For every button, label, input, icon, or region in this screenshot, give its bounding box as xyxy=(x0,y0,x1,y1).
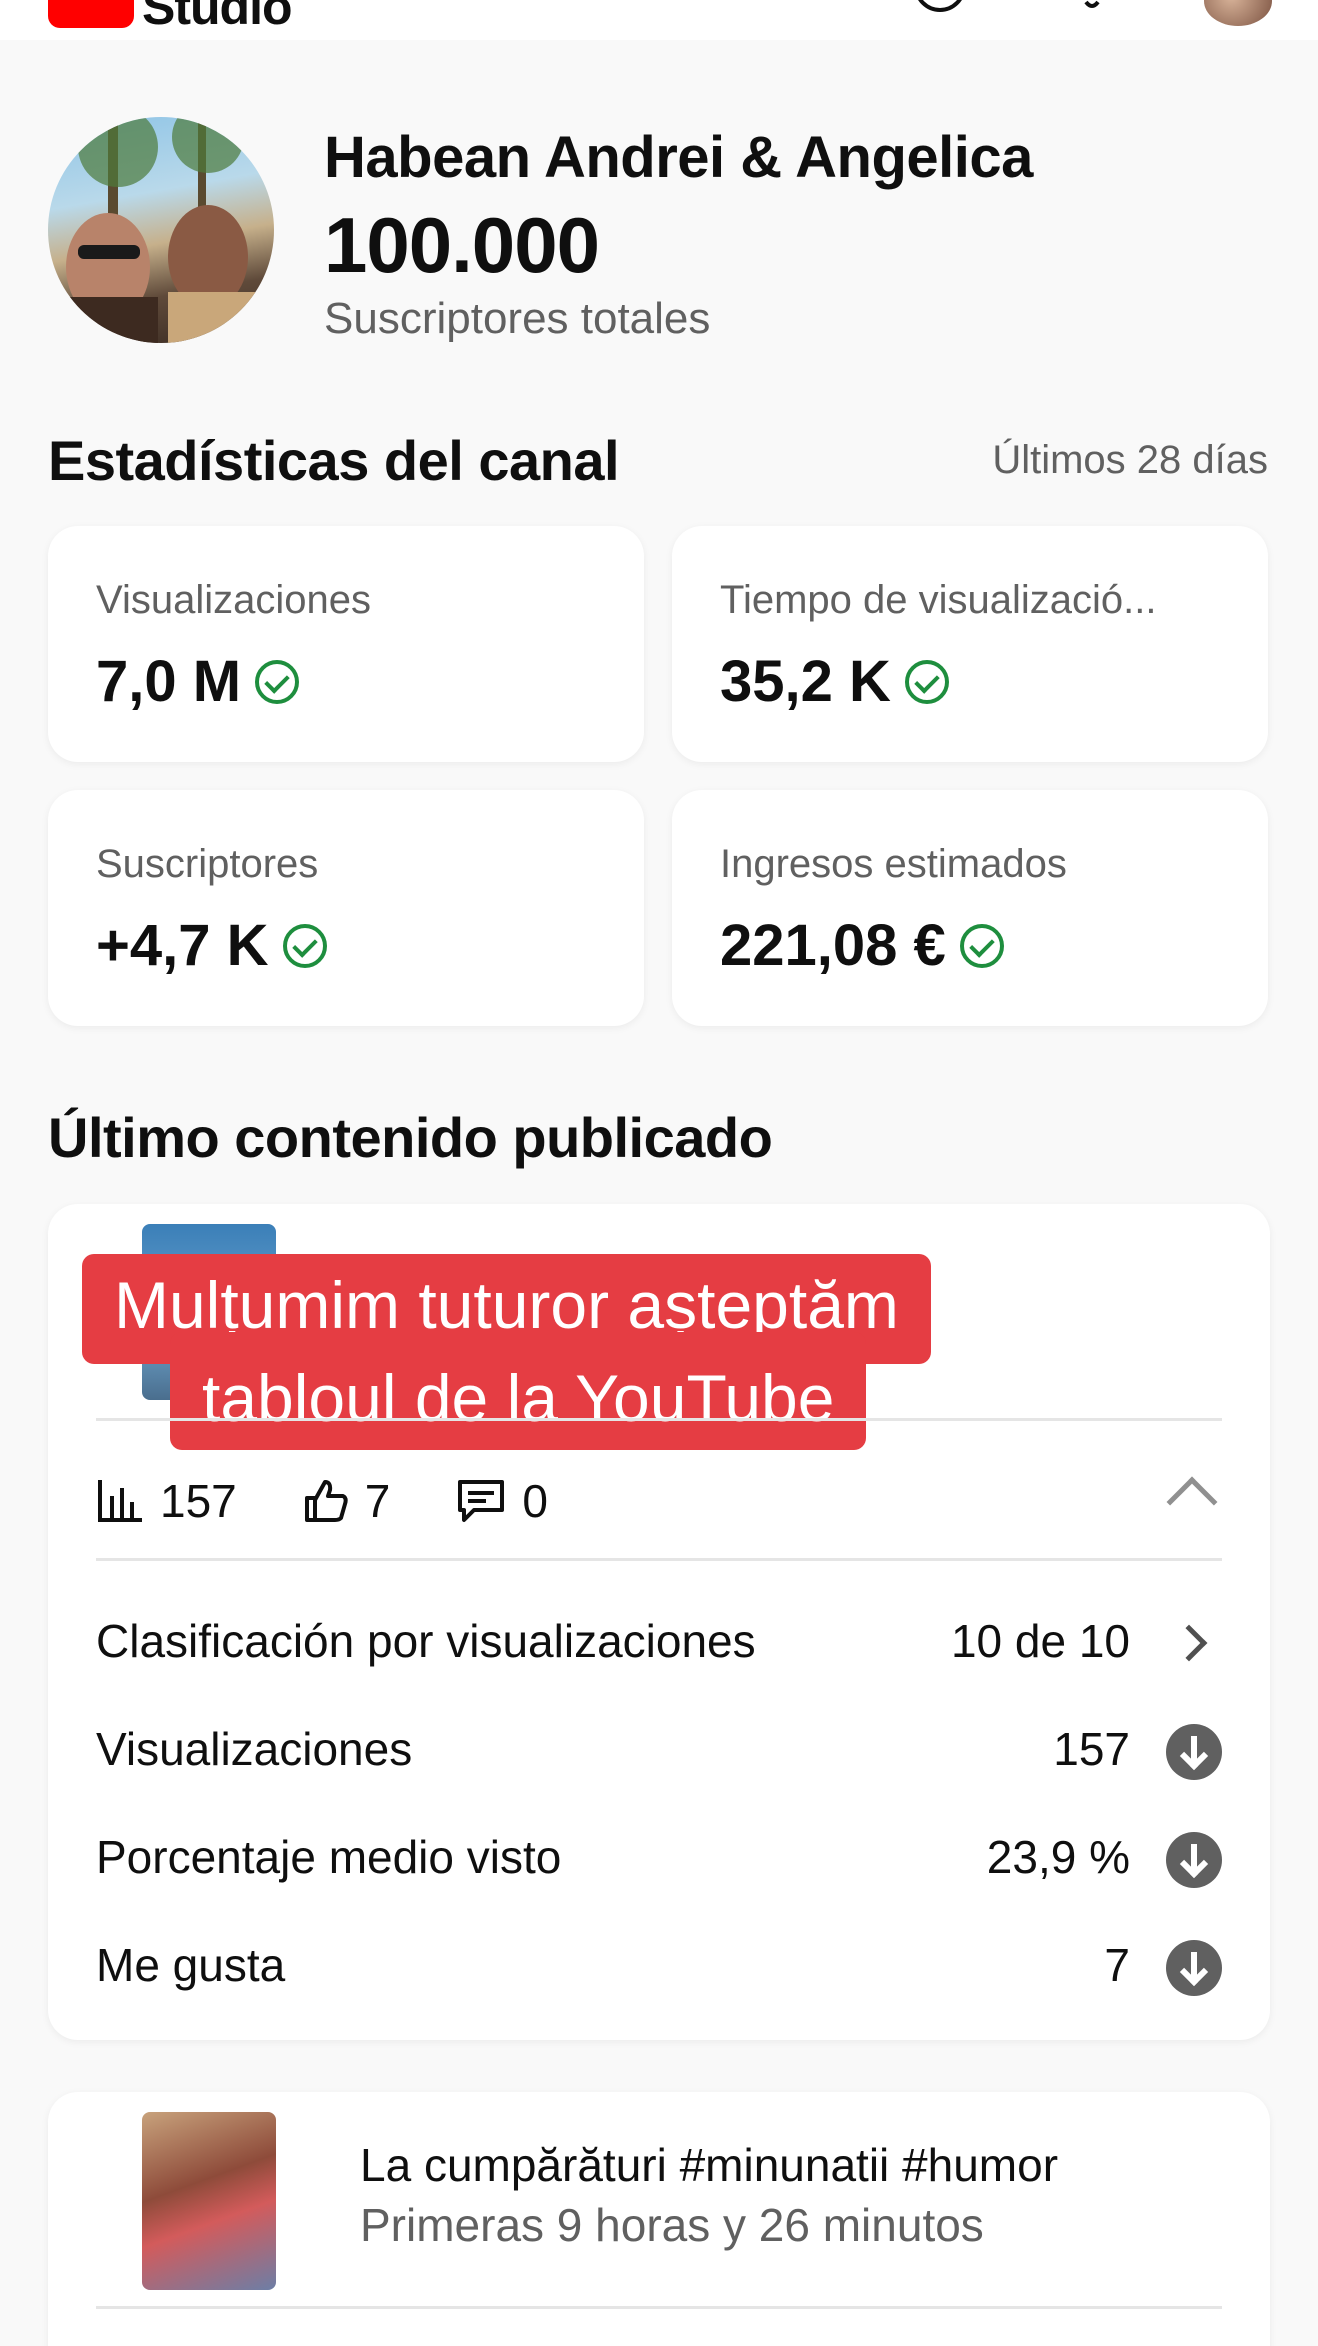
views-metric: 157 xyxy=(96,1474,237,1528)
divider xyxy=(96,2306,1222,2309)
stat-label: Ingresos estimados xyxy=(720,842,1067,886)
divider xyxy=(96,1418,1222,1421)
latest-content-title: Último contenido publicado xyxy=(48,1106,773,1169)
stat-label: Tiempo de visualizació... xyxy=(720,578,1157,622)
stat-value: 221,08 € xyxy=(720,913,946,978)
stat-card-views[interactable]: Visualizaciones 7,0 M xyxy=(48,526,644,762)
channel-photo xyxy=(58,117,258,343)
chevron-up-icon[interactable] xyxy=(1166,1476,1218,1528)
stat-label: Suscriptores xyxy=(96,842,319,886)
detail-value: 23,9 % xyxy=(986,1831,1130,1883)
detail-value: 157 xyxy=(1053,1723,1130,1775)
channel-name: Habean Andrei & Angelica xyxy=(324,125,1033,190)
likes-metric: 7 xyxy=(303,1474,391,1528)
check-circle-icon xyxy=(959,923,1004,968)
views-count: 157 xyxy=(160,1475,237,1527)
channel-avatar[interactable] xyxy=(48,117,274,343)
video-card[interactable]: La cumpărături #minunatii #humor Primera… xyxy=(48,2092,1270,2346)
stats-period: Últimos 28 días xyxy=(992,438,1268,482)
stat-value-wrap: +4,7 K xyxy=(96,912,327,979)
detail-value: 7 xyxy=(1104,1939,1130,1991)
stat-value: 35,2 K xyxy=(720,649,891,714)
stat-value-wrap: 221,08 € xyxy=(720,912,1004,979)
subscriber-label: Suscriptores totales xyxy=(324,294,711,343)
detail-value: 10 de 10 xyxy=(950,1615,1130,1667)
comments-count: 0 xyxy=(522,1475,548,1527)
check-circle-icon xyxy=(904,659,949,704)
youtube-play-icon xyxy=(48,0,134,28)
bar-chart-icon xyxy=(98,1480,142,1522)
stat-card-watch-time[interactable]: Tiempo de visualizació... 35,2 K xyxy=(672,526,1268,762)
detail-row-likes: Me gusta 7 xyxy=(96,1928,1222,1998)
stats-section-title: Estadísticas del canal xyxy=(48,429,620,492)
arrow-down-icon xyxy=(1166,1832,1222,1888)
video-thumbnail[interactable] xyxy=(142,2112,276,2290)
stat-value: 7,0 M xyxy=(96,649,242,714)
detail-row-ranking[interactable]: Clasificación por visualizaciones 10 de … xyxy=(96,1604,1222,1674)
stat-card-revenue[interactable]: Ingresos estimados 221,08 € xyxy=(672,790,1268,1026)
stat-value: +4,7 K xyxy=(96,913,269,978)
logo-text: Studio xyxy=(142,0,293,35)
detail-label: Clasificación por visualizaciones xyxy=(96,1615,756,1667)
comment-icon xyxy=(458,1480,505,1522)
video-metrics-row: 157 7 0 xyxy=(96,1466,614,1536)
arrow-down-icon xyxy=(1166,1724,1222,1780)
stat-card-subscribers[interactable]: Suscriptores +4,7 K xyxy=(48,790,644,1026)
stat-label: Visualizaciones xyxy=(96,578,371,622)
detail-row-views: Visualizaciones 157 xyxy=(96,1712,1222,1782)
studio-page: Studio Habean Andrei & Angelica 100.000 … xyxy=(0,0,1318,2346)
studio-logo[interactable]: Studio xyxy=(48,0,293,36)
top-bar: Studio xyxy=(0,0,1318,40)
divider xyxy=(96,1558,1222,1561)
latest-video-card[interactable]: Mulțumim tuturor așteptăm tabloul de la … xyxy=(48,1204,1270,2040)
detail-row-avg-viewed: Porcentaje medio visto 23,9 % xyxy=(96,1820,1222,1890)
account-avatar[interactable] xyxy=(1204,0,1272,26)
arrow-down-icon xyxy=(1166,1940,1222,1996)
detail-label: Visualizaciones xyxy=(96,1723,413,1775)
detail-label: Porcentaje medio visto xyxy=(96,1831,562,1883)
stat-value-wrap: 7,0 M xyxy=(96,648,300,715)
subscriber-count: 100.000 xyxy=(324,201,600,289)
caption-overlay-line-2: tabloul de la YouTube xyxy=(170,1332,867,1450)
stat-value-wrap: 35,2 K xyxy=(720,648,949,715)
check-circle-icon xyxy=(282,923,327,968)
thumbs-up-icon xyxy=(304,1480,348,1522)
detail-label: Me gusta xyxy=(96,1939,286,1991)
bell-icon[interactable] xyxy=(1064,0,1120,24)
comments-metric: 0 xyxy=(456,1474,548,1528)
chevron-right-icon xyxy=(1170,1624,1208,1662)
video-title: La cumpărături #minunatii #humor xyxy=(360,2139,1059,2191)
check-circle-icon xyxy=(255,659,300,704)
video-subtitle: Primeras 9 horas y 26 minutos xyxy=(360,2199,984,2251)
help-icon[interactable] xyxy=(912,0,968,24)
likes-count: 7 xyxy=(364,1475,391,1527)
